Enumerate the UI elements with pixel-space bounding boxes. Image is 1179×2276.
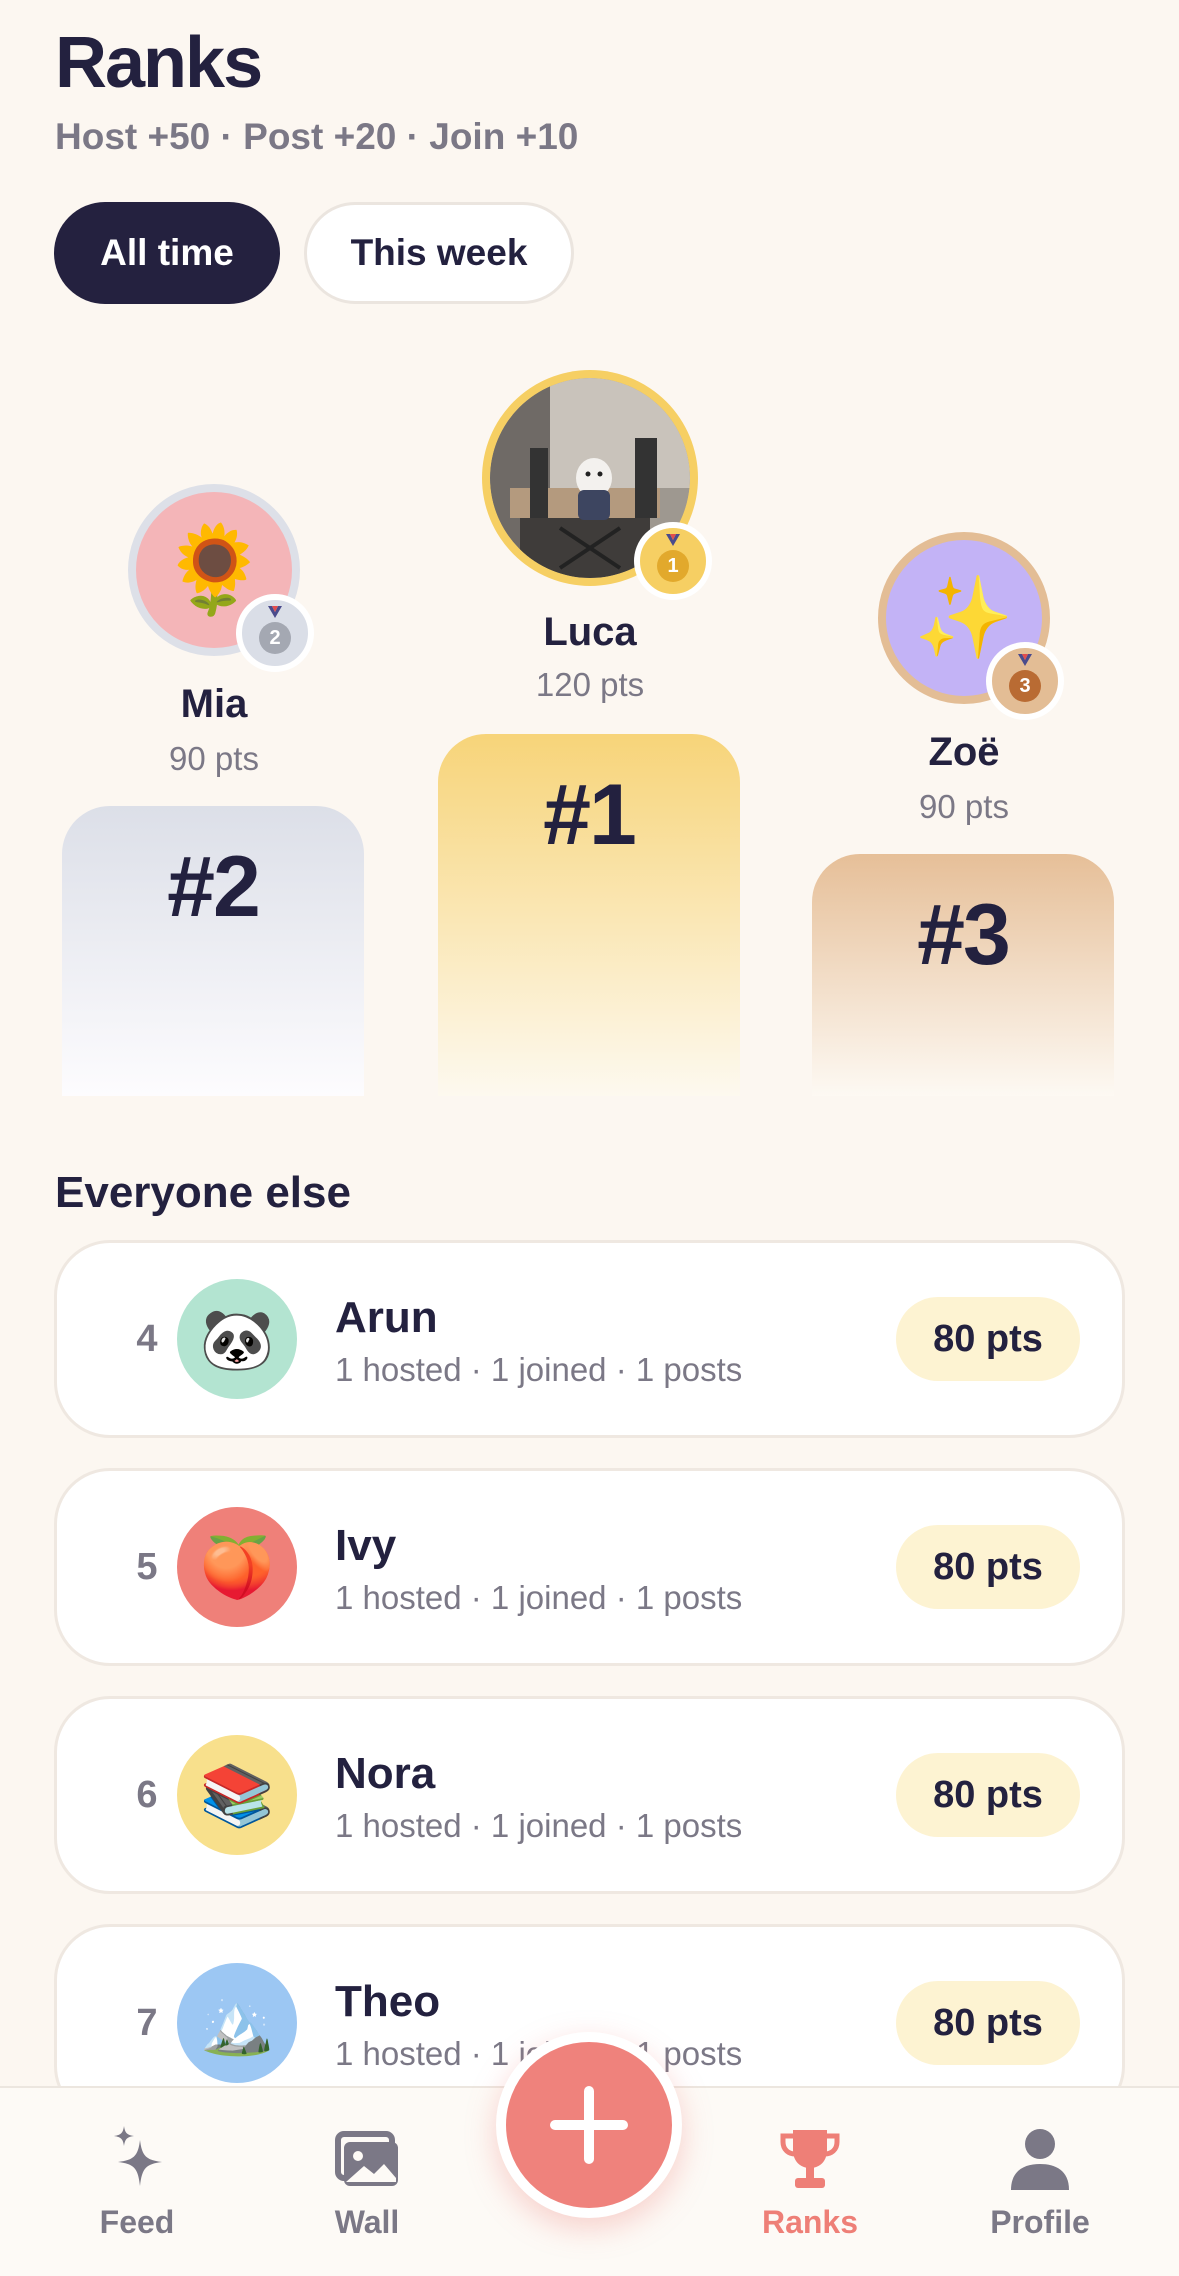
- nav-profile-label: Profile: [990, 2204, 1090, 2240]
- create-button[interactable]: [496, 2032, 682, 2218]
- nav-feed[interactable]: Feed: [47, 2124, 227, 2244]
- user-stats: 1 hosted · 1 joined · 1 posts: [335, 1807, 743, 1844]
- user-name: Theo: [335, 1977, 441, 2026]
- filter-all-time[interactable]: All time: [54, 202, 280, 304]
- user-stats: 1 hosted · 1 joined · 1 posts: [335, 1351, 743, 1388]
- trophy-icon: [780, 2130, 840, 2188]
- avatar: 🐼: [177, 1279, 297, 1399]
- avatar: 🍑: [177, 1507, 297, 1627]
- user-stats: 1 hosted · 1 joined · 1 posts: [335, 1579, 743, 1616]
- bronze-medal-icon: 3: [986, 642, 1064, 720]
- section-title: Everyone else: [55, 1168, 351, 1217]
- nav-ranks-label: Ranks: [761, 2204, 859, 2240]
- medal-number-first: 1: [657, 550, 689, 582]
- podium-points-third: 90 pts: [919, 788, 1009, 825]
- medal-number-third: 3: [1009, 670, 1041, 702]
- avatar-emoji: 📚: [199, 1761, 275, 1829]
- user-name: Ivy: [335, 1521, 397, 1570]
- avatar: 🏔️: [177, 1963, 297, 2083]
- nav-feed-label: Feed: [99, 2204, 175, 2240]
- image-icon: [335, 2131, 398, 2186]
- podium-place-second: #2: [167, 839, 261, 935]
- points-badge: 80 pts: [896, 1525, 1080, 1609]
- podium-block-second: #2: [62, 806, 364, 1096]
- rank-number: 4: [136, 1317, 158, 1360]
- avatar-emoji-second: 🌻: [160, 522, 268, 618]
- gold-medal-icon: 1: [634, 522, 712, 600]
- page-title: Ranks: [55, 23, 263, 103]
- avatar-emoji: 🍑: [199, 1533, 275, 1601]
- nav-profile[interactable]: Profile: [950, 2124, 1130, 2244]
- sparkle-icon: [114, 2126, 162, 2186]
- avatar-emoji: 🐼: [199, 1305, 275, 1373]
- user-name: Arun: [335, 1293, 438, 1342]
- podium-place-first: #1: [543, 767, 637, 863]
- podium-block-first: #1: [438, 734, 740, 1096]
- nav-wall-label: Wall: [334, 2204, 400, 2240]
- points-badge: 80 pts: [896, 1753, 1080, 1837]
- nav-ranks[interactable]: Ranks: [720, 2124, 900, 2244]
- person-icon: [1011, 2129, 1069, 2190]
- avatar-emoji-third: ✨: [914, 573, 1014, 662]
- podium-block-third: #3: [812, 854, 1114, 1096]
- avatar-emoji: 🏔️: [199, 1989, 275, 2057]
- points-badge: 80 pts: [896, 1297, 1080, 1381]
- list-item[interactable]: 4 🐼 Arun 1 hosted · 1 joined · 1 posts 8…: [54, 1240, 1125, 1438]
- podium-name-first: Luca: [543, 610, 637, 654]
- rank-number: 5: [136, 1545, 158, 1588]
- list-item[interactable]: 5 🍑 Ivy 1 hosted · 1 joined · 1 posts 80…: [54, 1468, 1125, 1666]
- list-item[interactable]: 6 📚 Nora 1 hosted · 1 joined · 1 posts 8…: [54, 1696, 1125, 1894]
- podium-name-second: Mia: [180, 682, 248, 726]
- plus-icon: [550, 2086, 628, 2164]
- podium-points-first: 120 pts: [535, 666, 645, 703]
- avatar: 📚: [177, 1735, 297, 1855]
- points-badge: 80 pts: [896, 1981, 1080, 2065]
- podium-points-second: 90 pts: [169, 740, 259, 777]
- podium-place-third: #3: [917, 887, 1011, 983]
- user-name: Nora: [335, 1749, 436, 1798]
- filter-this-week[interactable]: This week: [304, 202, 574, 304]
- points-rules: Host +50 · Post +20 · Join +10: [55, 116, 579, 157]
- nav-wall[interactable]: Wall: [277, 2124, 457, 2244]
- silver-medal-icon: 2: [236, 594, 314, 672]
- medal-number-second: 2: [259, 622, 291, 654]
- rank-number: 6: [136, 1773, 158, 1816]
- podium-name-third: Zoë: [928, 730, 1000, 774]
